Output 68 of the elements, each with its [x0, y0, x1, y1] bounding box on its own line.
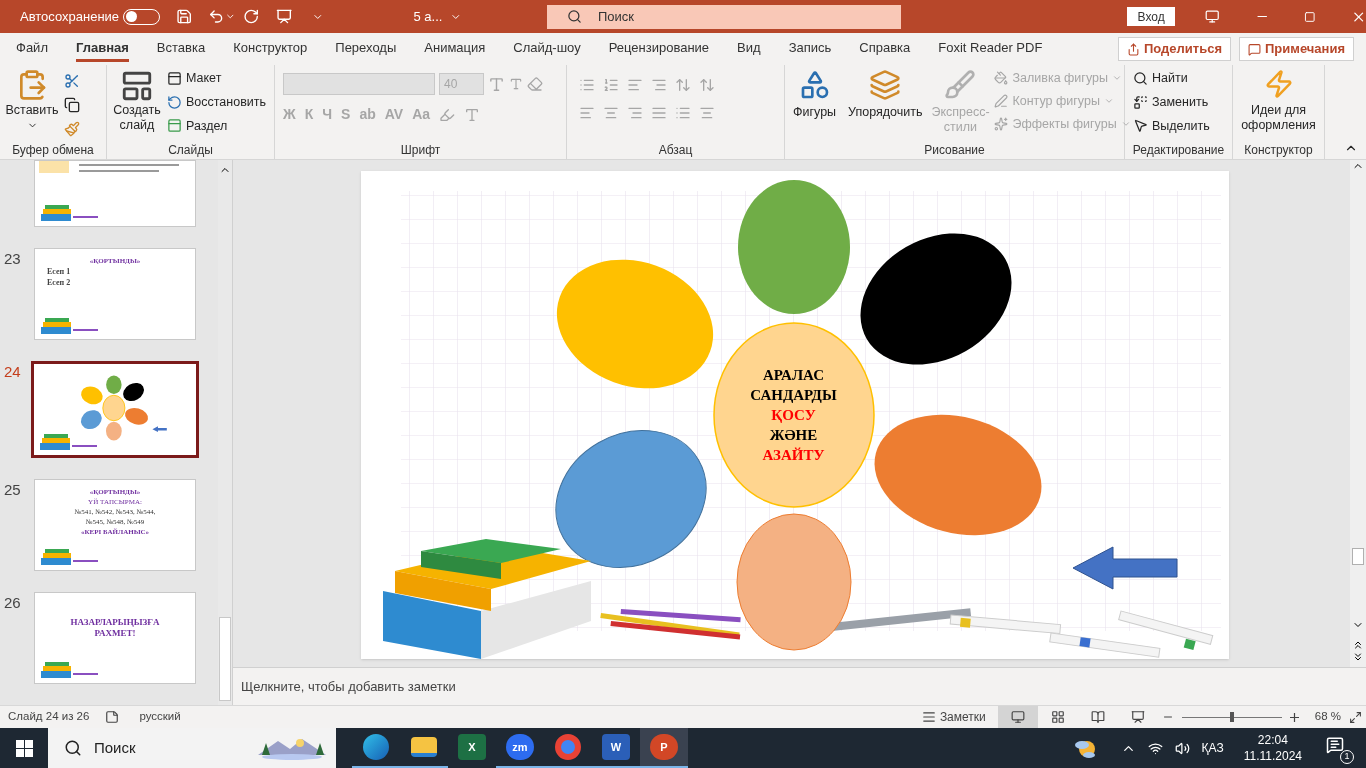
ribbon-tab[interactable]: Анимация: [424, 36, 486, 62]
layout-button[interactable]: Макет: [167, 69, 267, 88]
document-icon: W: [602, 734, 630, 760]
group-label: Рисование: [923, 142, 986, 159]
ribbon-tab[interactable]: Слайд-шоу: [513, 36, 581, 62]
design-ideas-button[interactable]: Идеи для оформления: [1237, 69, 1320, 133]
center-text: САНДАРДЫ: [750, 386, 837, 405]
ribbon-tab[interactable]: Файл: [16, 36, 48, 62]
ribbon-tab[interactable]: Вид: [737, 36, 761, 62]
center-text: ҚОСУ: [771, 406, 816, 425]
slide-number: 26: [3, 593, 22, 613]
clock-time[interactable]: 22:04: [1257, 732, 1288, 748]
ribbon-tab[interactable]: Запись: [788, 36, 832, 62]
thumbnail-text: НАЗАРЛАРЫҢЫЗҒА РАХМЕТ!: [69, 617, 161, 639]
taskbar-app[interactable]: zm: [496, 728, 544, 768]
input-language[interactable]: ҚАЗ: [1201, 739, 1224, 757]
ribbon-tab[interactable]: Рецензирование: [608, 36, 710, 62]
sign-in-button[interactable]: Вход: [1127, 7, 1176, 26]
group-label: Шрифт: [399, 142, 442, 159]
notifications-button[interactable]: 1: [1326, 732, 1354, 764]
ribbon-tab[interactable]: Foxit Reader PDF: [938, 36, 1043, 62]
slide-number: 24: [3, 362, 22, 382]
section-button[interactable]: Раздел: [167, 116, 267, 136]
paste-button[interactable]: Вставить: [4, 69, 60, 131]
group-label: Буфер обмена: [11, 142, 95, 159]
center-text: АРАЛАС: [763, 366, 824, 385]
ribbon-tab[interactable]: Переходы: [335, 36, 397, 62]
thumbnail-text: Есеп 2: [47, 278, 71, 288]
center-text: АЗАЙТУ: [762, 446, 825, 465]
video-call-icon: zm: [506, 734, 534, 760]
editing-button[interactable]: Выделить: [1133, 116, 1210, 136]
search-field[interactable]: Поиск: [546, 4, 902, 29]
zoom-level[interactable]: 68 %: [1314, 708, 1341, 726]
new-slide-button[interactable]: Создать слайд: [111, 69, 163, 133]
drawing-tool-button[interactable]: Фигуры: [789, 69, 841, 120]
spreadsheet-icon: X: [458, 734, 486, 760]
reset-button[interactable]: Восстановить: [167, 92, 267, 112]
slide-number: 25: [3, 480, 22, 500]
document-title: 5 а...: [413, 7, 443, 26]
drawing-tool-button[interactable]: Упорядочить: [844, 69, 927, 120]
notes-placeholder[interactable]: Щелкните, чтобы добавить заметки: [241, 676, 456, 697]
notes-button[interactable]: Заметки: [921, 708, 986, 726]
group-label: Абзац: [657, 142, 694, 159]
slide-number: 23: [3, 249, 22, 269]
thumbnail-text: Есеп 1: [47, 267, 71, 277]
notification-count: 1: [1340, 750, 1354, 764]
comments-button[interactable]: Примечания: [1239, 37, 1354, 61]
clock-date[interactable]: 11.11.2024: [1243, 748, 1302, 764]
language-indicator[interactable]: русский: [139, 708, 181, 726]
editing-button[interactable]: Заменить: [1133, 92, 1210, 112]
ribbon-tab[interactable]: Вставка: [156, 36, 206, 62]
slide-thumbnail[interactable]: НАЗАРЛАРЫҢЫЗҒА РАХМЕТ!: [34, 592, 196, 684]
presentation-icon: P: [650, 734, 678, 760]
taskbar-app[interactable]: W: [592, 728, 640, 768]
taskbar-search-field[interactable]: Поиск: [48, 728, 336, 768]
autosave-label: Автосохранение: [20, 7, 120, 26]
editing-button[interactable]: Найти: [1133, 69, 1210, 88]
slide-counter: Слайд 24 из 26: [8, 709, 90, 725]
center-text: ЖӘНЕ: [769, 426, 818, 445]
group-label: Слайды: [167, 142, 214, 159]
ribbon-tab[interactable]: Главная: [75, 36, 129, 62]
share-button[interactable]: Поделиться: [1117, 37, 1231, 61]
taskbar-app[interactable]: X: [448, 728, 496, 768]
group-label: Редактирование: [1131, 142, 1226, 159]
ribbon-tab[interactable]: Конструктор: [233, 36, 308, 62]
group-label: Конструктор: [1243, 142, 1314, 159]
ribbon-tab[interactable]: Справка: [859, 36, 911, 62]
taskbar-app[interactable]: P: [640, 728, 688, 768]
